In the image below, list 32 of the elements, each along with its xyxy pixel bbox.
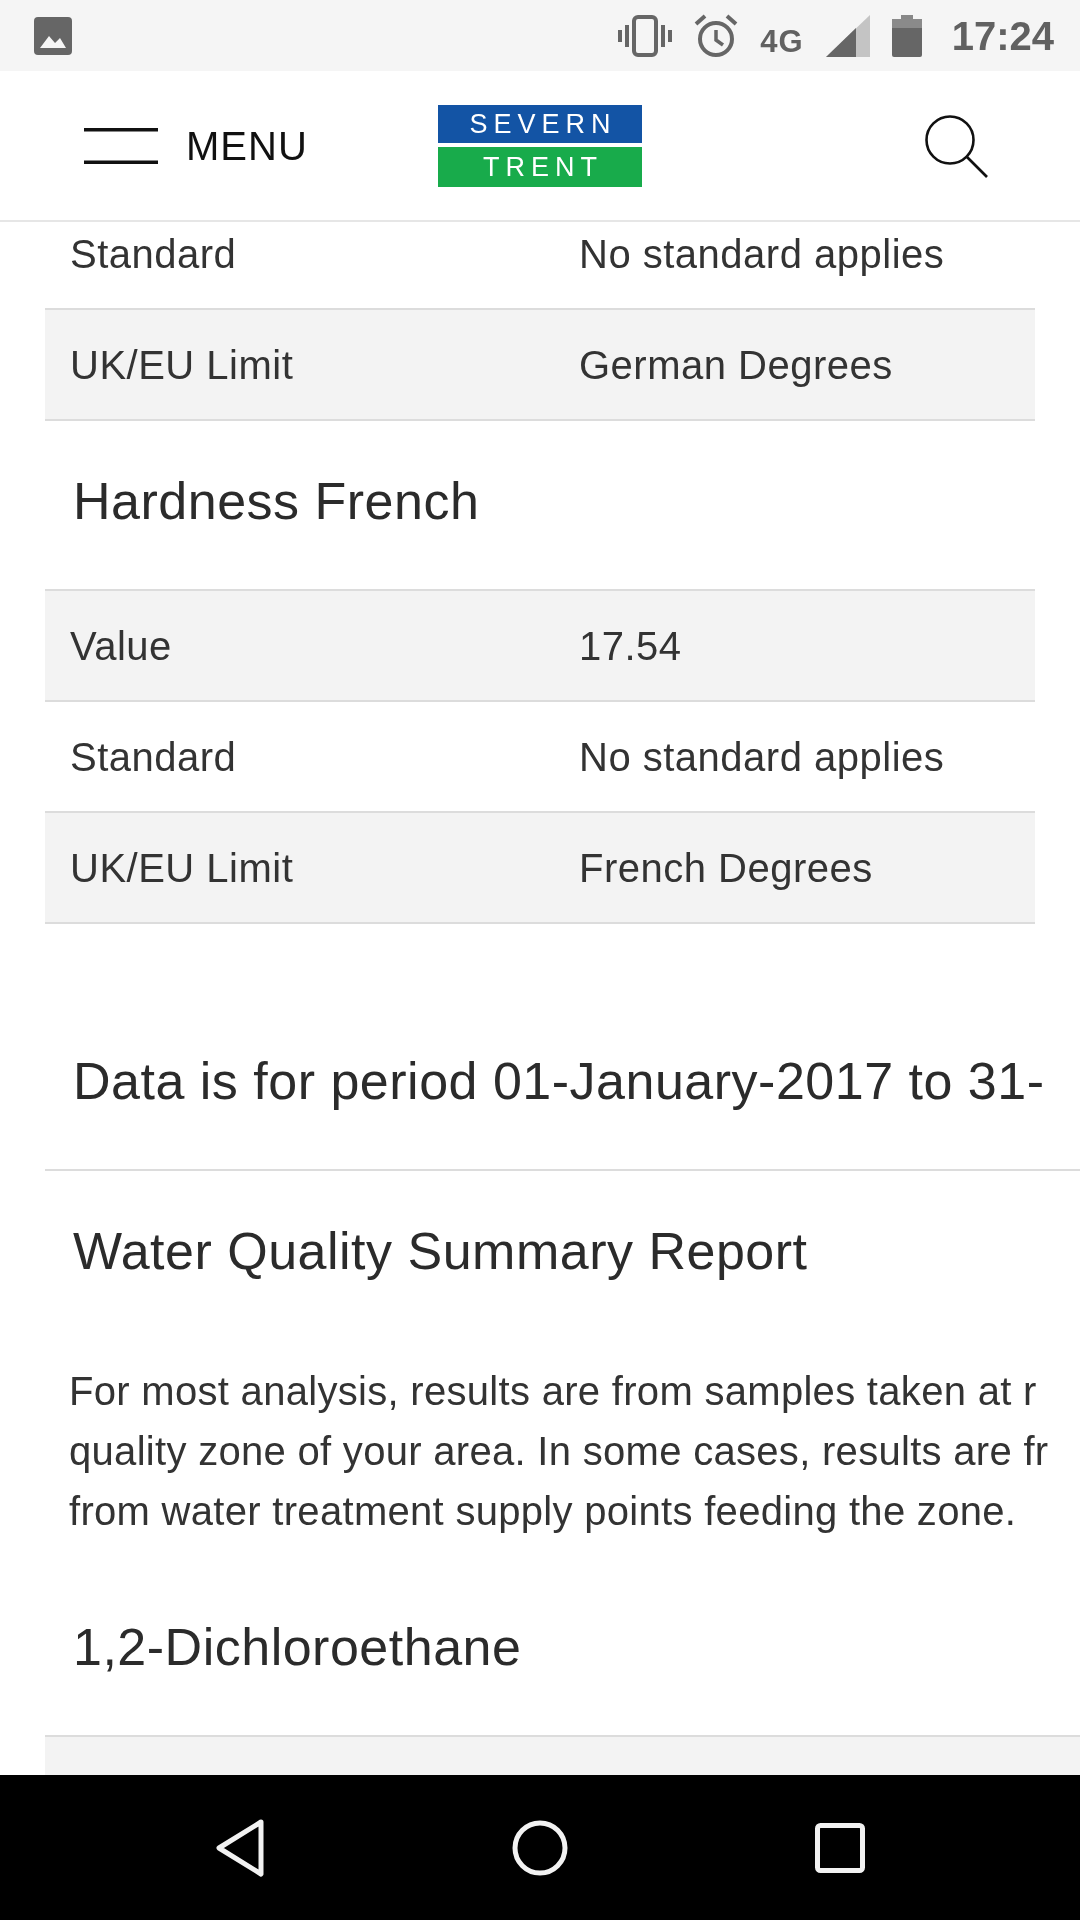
row-value: 17.54 [579,622,682,670]
section-heading: Water Quality Summary Report [73,1221,808,1282]
menu-button[interactable]: MENU [84,125,308,166]
home-icon[interactable] [512,1819,568,1876]
row-value: No standard applies [579,230,945,278]
row-value: No standard applies [579,733,945,781]
recents-icon[interactable] [815,1822,865,1873]
row-label: UK/EU Limit [70,341,294,389]
menu-icon [84,127,158,164]
signal-icon [825,14,870,57]
row-label: Value [70,622,172,670]
section-heading: Hardness French [73,471,480,532]
section-heading: 1,2-Dichloroethane [73,1617,522,1678]
search-button[interactable] [924,113,988,178]
summary-paragraph: For most analysis, results are from samples taken at r quality zone of your area. In some cases, results are fr from water treatment supply points feeding the zone. [69,1368,1049,1535]
status-time: 17:24 [951,15,1054,56]
battery-icon [891,14,922,57]
alarm-icon [694,13,739,58]
image-icon [34,16,72,55]
row-label: UK/EU Limit [70,844,294,892]
period-text: Data is for period 01-January-2017 to 31- [73,1051,1045,1112]
logo-upper-text: SEVERN [438,104,642,143]
row-label: Standard [70,733,237,781]
site-logo[interactable]: SEVERN TRENT [438,104,642,187]
vibrate-icon [618,14,673,57]
row-value: German Degrees [579,341,893,389]
search-icon [924,113,988,178]
back-icon[interactable] [215,1818,265,1877]
row-value: French Degrees [579,844,873,892]
logo-lower-text: TRENT [438,146,642,187]
row-label: Standard [70,230,237,278]
network-type-label: 4G [760,25,804,57]
